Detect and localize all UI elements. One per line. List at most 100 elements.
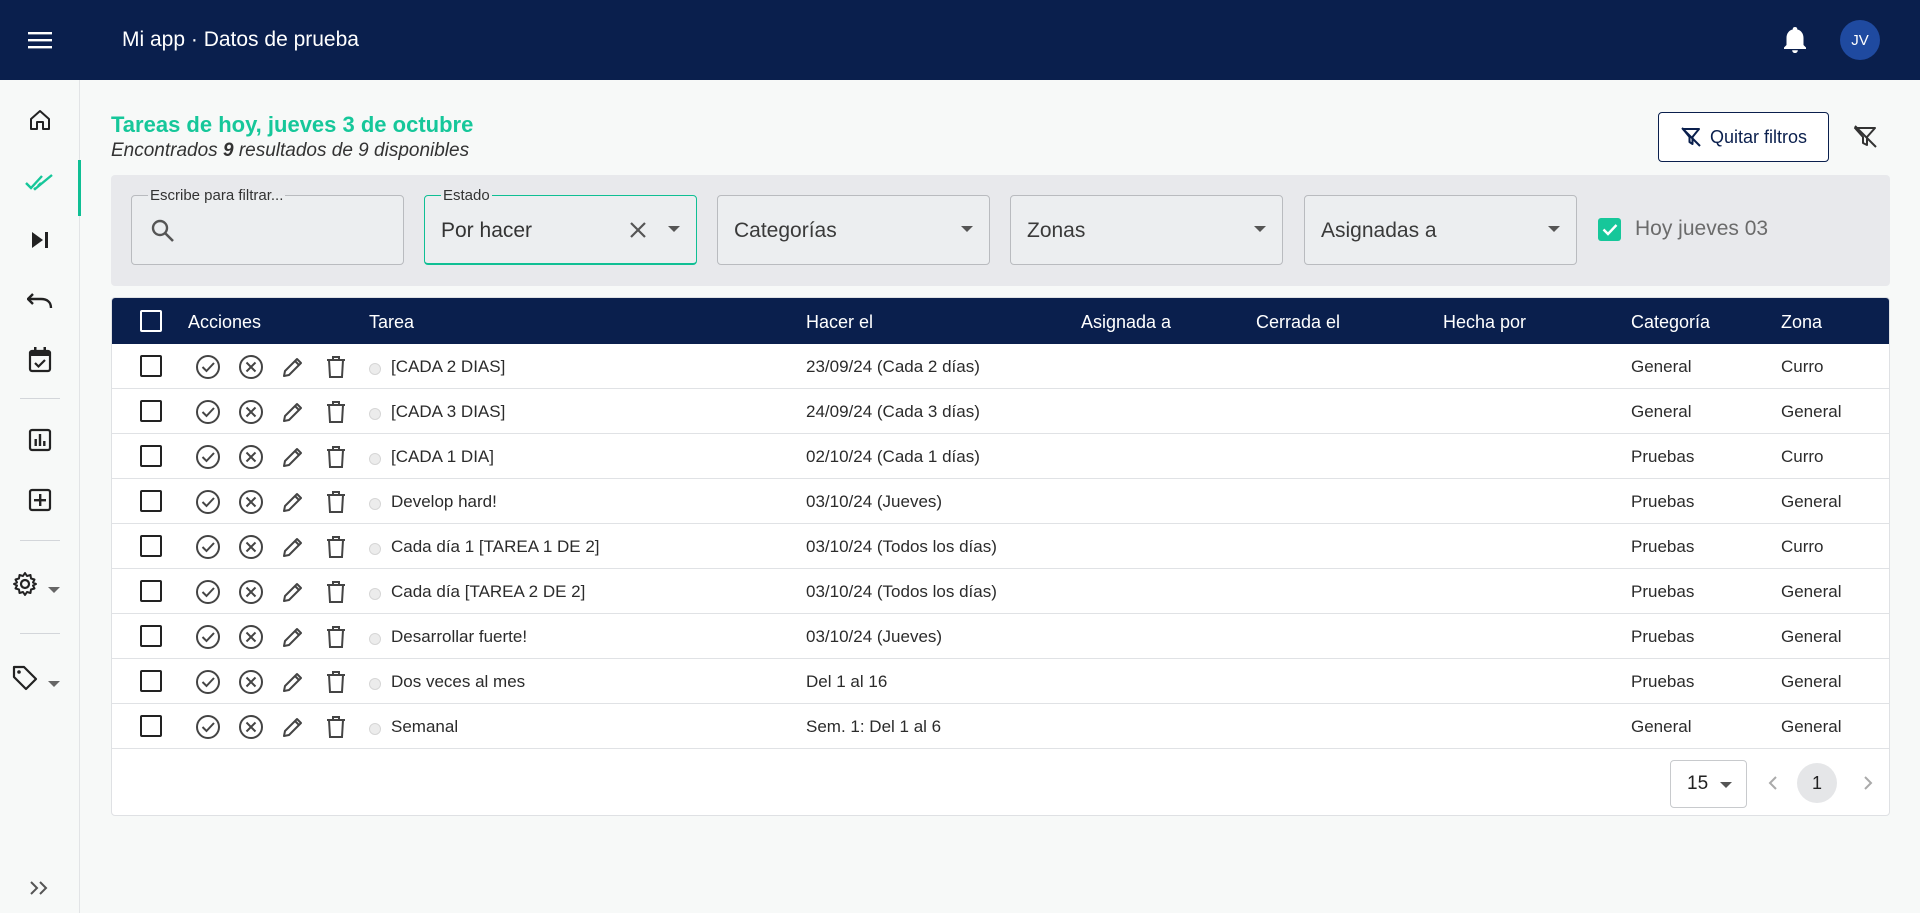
page-size-select[interactable]: 15 bbox=[1670, 760, 1747, 808]
page-button-current[interactable]: 1 bbox=[1797, 763, 1837, 803]
column-cerrada-el[interactable]: Cerrada el bbox=[1256, 311, 1340, 333]
trash-icon[interactable] bbox=[322, 623, 350, 651]
pencil-icon[interactable] bbox=[279, 668, 307, 696]
column-asignada-a[interactable]: Asignada a bbox=[1081, 311, 1171, 333]
table-row[interactable]: Cada día [TAREA 2 DE 2] 03/10/24 (Todos l… bbox=[112, 569, 1889, 614]
column-zona[interactable]: Zona bbox=[1781, 311, 1822, 333]
table-row[interactable]: Desarrollar fuerte! 03/10/24 (Jueves) Prue… bbox=[112, 614, 1889, 659]
table-row[interactable]: [CADA 3 DIAS] 24/09/24 (Cada 3 días) Gener… bbox=[112, 389, 1889, 434]
cancel-circle-icon[interactable] bbox=[237, 488, 265, 516]
cancel-circle-icon[interactable] bbox=[237, 623, 265, 651]
cancel-circle-icon[interactable] bbox=[237, 353, 265, 381]
filter-off-icon[interactable] bbox=[1850, 122, 1880, 152]
sidebar-item-nueva-tarea[interactable] bbox=[0, 478, 80, 522]
row-checkbox[interactable] bbox=[140, 625, 162, 647]
table-row[interactable]: [CADA 1 DIA] 02/10/24 (Cada 1 días) Prueba… bbox=[112, 434, 1889, 479]
pencil-icon[interactable] bbox=[279, 578, 307, 606]
sidebar-item-ajustes[interactable] bbox=[0, 562, 80, 606]
row-checkbox[interactable] bbox=[140, 490, 162, 512]
categorias-select[interactable]: Categorías bbox=[717, 195, 990, 265]
trash-icon[interactable] bbox=[322, 668, 350, 696]
pencil-icon[interactable] bbox=[279, 533, 307, 561]
hamburger-icon[interactable] bbox=[24, 24, 56, 56]
cell-tarea[interactable]: Cada día [TAREA 2 DE 2] bbox=[391, 581, 585, 603]
cell-tarea[interactable]: [CADA 2 DIAS] bbox=[391, 356, 505, 378]
cancel-circle-icon[interactable] bbox=[237, 578, 265, 606]
cancel-circle-icon[interactable] bbox=[237, 443, 265, 471]
trash-icon[interactable] bbox=[322, 353, 350, 381]
cell-tarea[interactable]: [CADA 3 DIAS] bbox=[391, 401, 505, 423]
cell-tarea[interactable]: Develop hard! bbox=[391, 491, 497, 513]
pencil-icon[interactable] bbox=[279, 713, 307, 741]
hoy-label[interactable]: Hoy jueves 03 bbox=[1635, 217, 1768, 241]
search-input[interactable] bbox=[184, 214, 394, 248]
sidebar-item-deshacer[interactable] bbox=[0, 278, 80, 322]
asignadas-select[interactable]: Asignadas a bbox=[1304, 195, 1577, 265]
cancel-circle-icon[interactable] bbox=[237, 398, 265, 426]
select-all-checkbox[interactable] bbox=[140, 310, 162, 332]
table-row[interactable]: [CADA 2 DIAS] 23/09/24 (Cada 2 días) Gener… bbox=[112, 344, 1889, 389]
check-circle-icon[interactable] bbox=[194, 443, 222, 471]
pencil-icon[interactable] bbox=[279, 353, 307, 381]
pencil-icon[interactable] bbox=[279, 443, 307, 471]
cancel-circle-icon[interactable] bbox=[237, 533, 265, 561]
sidebar-item-calendario[interactable] bbox=[0, 338, 80, 382]
column-hecha-por[interactable]: Hecha por bbox=[1443, 311, 1526, 333]
check-circle-icon[interactable] bbox=[194, 668, 222, 696]
row-checkbox[interactable] bbox=[140, 670, 162, 692]
sidebar-item-tareas-hoy[interactable] bbox=[0, 160, 81, 216]
sidebar-item-estadisticas[interactable] bbox=[0, 418, 80, 462]
row-checkbox[interactable] bbox=[140, 580, 162, 602]
trash-icon[interactable] bbox=[322, 533, 350, 561]
column-acciones[interactable]: Acciones bbox=[188, 311, 261, 333]
check-circle-icon[interactable] bbox=[194, 713, 222, 741]
clear-icon[interactable] bbox=[624, 216, 652, 244]
cell-tarea[interactable]: Cada día 1 [TAREA 1 DE 2] bbox=[391, 536, 600, 558]
row-checkbox[interactable] bbox=[140, 445, 162, 467]
hoy-checkbox[interactable] bbox=[1598, 218, 1621, 241]
table-row[interactable]: Semanal Sem. 1: Del 1 al 6 General General bbox=[112, 704, 1889, 749]
row-checkbox[interactable] bbox=[140, 355, 162, 377]
column-tarea[interactable]: Tarea bbox=[369, 311, 414, 333]
row-checkbox[interactable] bbox=[140, 535, 162, 557]
cell-tarea[interactable]: [CADA 1 DIA] bbox=[391, 446, 494, 468]
trash-icon[interactable] bbox=[322, 488, 350, 516]
row-checkbox[interactable] bbox=[140, 400, 162, 422]
trash-icon[interactable] bbox=[322, 443, 350, 471]
cell-tarea[interactable]: Dos veces al mes bbox=[391, 671, 525, 693]
table-row[interactable]: Dos veces al mes Del 1 al 16 Pruebas Genera… bbox=[112, 659, 1889, 704]
cancel-circle-icon[interactable] bbox=[237, 668, 265, 696]
cell-tarea[interactable]: Semanal bbox=[391, 716, 458, 738]
check-circle-icon[interactable] bbox=[194, 353, 222, 381]
sidebar-item-home[interactable] bbox=[0, 98, 80, 142]
search-field[interactable]: Escribe para filtrar... bbox=[131, 186, 404, 265]
trash-icon[interactable] bbox=[322, 398, 350, 426]
pencil-icon[interactable] bbox=[279, 488, 307, 516]
table-row[interactable]: Cada día 1 [TAREA 1 DE 2] 03/10/24 (Todos… bbox=[112, 524, 1889, 569]
bell-icon[interactable] bbox=[1780, 25, 1810, 55]
pencil-icon[interactable] bbox=[279, 623, 307, 651]
check-circle-icon[interactable] bbox=[194, 623, 222, 651]
next-page-button[interactable] bbox=[1853, 768, 1883, 798]
cancel-circle-icon[interactable] bbox=[237, 713, 265, 741]
check-circle-icon[interactable] bbox=[194, 533, 222, 561]
check-circle-icon[interactable] bbox=[194, 398, 222, 426]
trash-icon[interactable] bbox=[322, 713, 350, 741]
sidebar-item-etiquetas[interactable] bbox=[0, 656, 80, 700]
check-circle-icon[interactable] bbox=[194, 488, 222, 516]
zonas-select[interactable]: Zonas bbox=[1010, 195, 1283, 265]
column-categoria[interactable]: Categoría bbox=[1631, 311, 1710, 333]
check-circle-icon[interactable] bbox=[194, 578, 222, 606]
table-row[interactable]: Develop hard! 03/10/24 (Jueves) Pruebas Gen… bbox=[112, 479, 1889, 524]
cell-tarea[interactable]: Desarrollar fuerte! bbox=[391, 626, 527, 648]
pencil-icon[interactable] bbox=[279, 398, 307, 426]
previous-page-button[interactable] bbox=[1758, 768, 1788, 798]
avatar[interactable]: JV bbox=[1840, 20, 1880, 60]
row-checkbox[interactable] bbox=[140, 715, 162, 737]
clear-filters-button[interactable]: Quitar filtros bbox=[1658, 112, 1829, 162]
trash-icon[interactable] bbox=[322, 578, 350, 606]
double-chevron-right-icon[interactable] bbox=[26, 874, 54, 902]
estado-select[interactable]: Estado Por hacer bbox=[424, 186, 697, 265]
column-hacer-el[interactable]: Hacer el bbox=[806, 311, 873, 333]
sidebar-item-siguientes[interactable] bbox=[0, 218, 80, 262]
